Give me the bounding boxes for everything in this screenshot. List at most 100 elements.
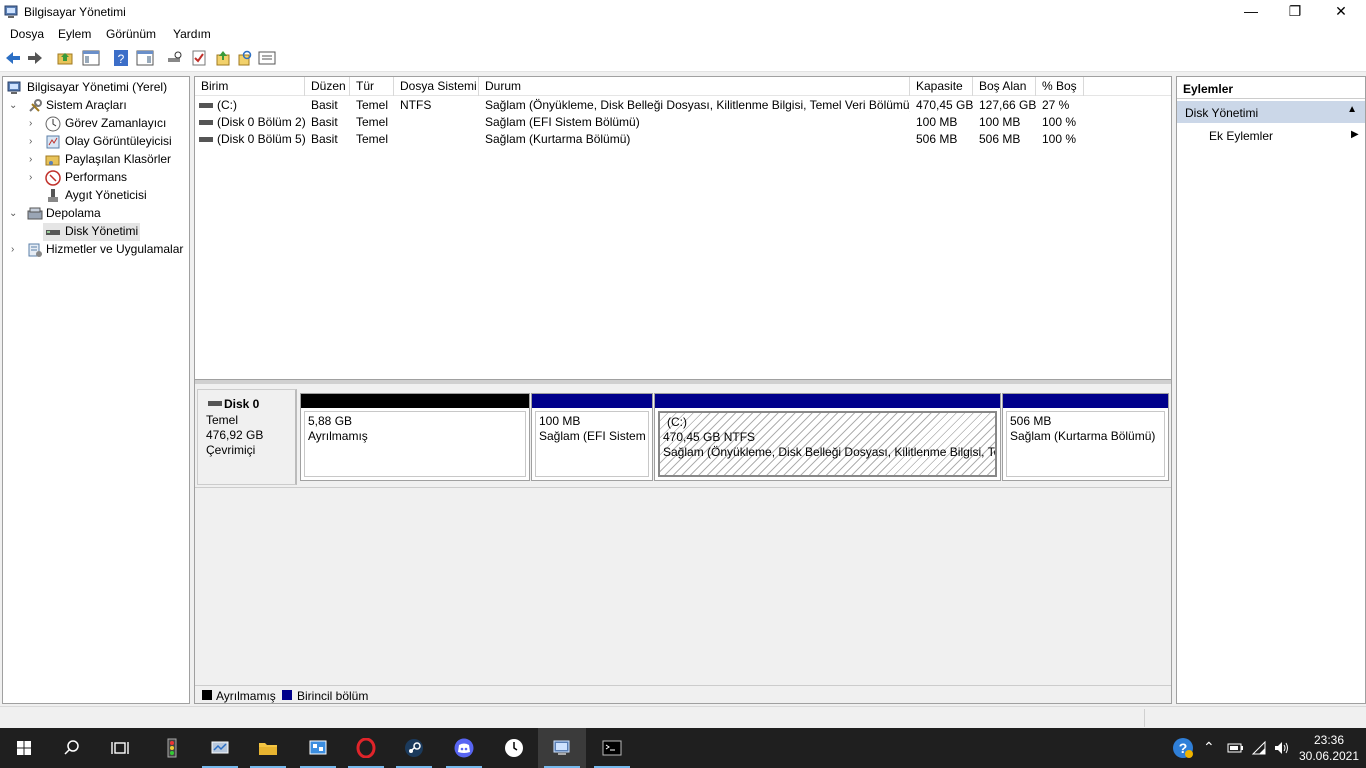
table-cell: Basit	[311, 115, 338, 129]
checklist-icon[interactable]	[190, 49, 208, 67]
wifi-icon[interactable]	[1251, 740, 1267, 756]
taskbar-app-network[interactable]	[196, 728, 244, 768]
search-icon[interactable]	[236, 49, 254, 67]
maximize-button[interactable]: ❐	[1272, 0, 1318, 24]
volume-list: Birim Düzen Tür Dosya Sistemi Durum Kapa…	[195, 77, 1171, 380]
taskbar-app-opera[interactable]	[342, 728, 390, 768]
close-button[interactable]: ✕	[1318, 0, 1364, 24]
chevron-up-icon[interactable]: ⌃	[1203, 739, 1215, 768]
navigation-tree: Bilgisayar Yönetimi (Yerel) ⌄ Sistem Ara…	[2, 76, 190, 704]
volume-icon[interactable]	[1273, 740, 1289, 756]
disk-0-info[interactable]: Disk 0 Temel 476,92 GB Çevrimiçi	[197, 389, 297, 485]
search-button[interactable]	[48, 728, 96, 768]
menu-action[interactable]: Eylem	[58, 27, 91, 41]
chevron-right-icon[interactable]: ›	[11, 245, 21, 255]
tree-services-apps[interactable]: › Hizmetler ve Uygulamalar	[5, 241, 189, 259]
column-header-capacity[interactable]: Kapasite	[910, 77, 973, 96]
window-title: Bilgisayar Yönetimi	[24, 5, 126, 19]
submenu-arrow-icon[interactable]: ▶	[1351, 129, 1359, 140]
tree-shared-folders[interactable]: › Paylaşılan Klasörler	[5, 151, 189, 169]
tree-event-viewer[interactable]: › Olay Görüntüleyicisi	[5, 133, 189, 151]
collapse-up-icon[interactable]: ▲	[1347, 104, 1357, 115]
tree-task-scheduler[interactable]: › Görev Zamanlayıcı	[5, 115, 189, 133]
performance-icon	[45, 170, 61, 186]
chevron-right-icon[interactable]: ›	[29, 137, 39, 147]
chevron-right-icon[interactable]: ›	[29, 155, 39, 165]
legend-swatch-primary	[282, 690, 292, 700]
show-hide-tree-icon[interactable]	[82, 49, 100, 67]
tree-performance[interactable]: › Performans	[5, 169, 189, 187]
back-icon[interactable]	[4, 49, 22, 67]
column-header-type[interactable]: Tür	[350, 77, 394, 96]
partition-c[interactable]: (C:) 470,45 GB NTFS Sağlam (Önyükleme, D…	[654, 393, 1001, 481]
column-header-free-space[interactable]: Boş Alan	[973, 77, 1036, 96]
chevron-right-icon[interactable]: ›	[29, 119, 39, 129]
menu-file[interactable]: Dosya	[10, 27, 44, 41]
actions-section-disk-management[interactable]: Disk Yönetimi ▲	[1177, 101, 1365, 123]
taskbar-app-control[interactable]	[294, 728, 342, 768]
properties-icon[interactable]	[258, 49, 276, 67]
partition-body: (C:) 470,45 GB NTFS Sağlam (Önyükleme, D…	[658, 411, 997, 477]
clock-time: 23:36	[1313, 733, 1345, 747]
table-cell: Sağlam (Kurtarma Bölümü)	[485, 132, 631, 146]
help-tray-icon[interactable]: ?	[1172, 737, 1194, 759]
taskbar-app-computer-management[interactable]	[538, 728, 586, 768]
taskbar-app-traffic[interactable]	[148, 728, 196, 768]
menu-help[interactable]: Yardım	[173, 27, 211, 41]
disk-type: Temel	[206, 413, 239, 427]
table-cell: 27 %	[1042, 98, 1070, 112]
taskbar-app-clock[interactable]	[490, 728, 538, 768]
partition-unallocated[interactable]: 5,88 GB Ayrılmamış	[300, 393, 530, 481]
computer-management-icon	[7, 81, 21, 94]
table-cell: (Disk 0 Bölüm 5)	[217, 132, 305, 146]
help-icon[interactable]: ?	[112, 49, 130, 67]
chevron-down-icon[interactable]: ⌄	[9, 209, 19, 219]
table-row[interactable]: (C:) Basit Temel NTFS Sağlam (Önyükleme,…	[195, 97, 1171, 114]
clock-date: 30.06.2021	[1298, 749, 1360, 763]
tree-event-viewer-label: Olay Görüntüleyicisi	[65, 134, 172, 148]
tree-storage[interactable]: ⌄ Depolama	[5, 205, 189, 223]
taskbar-app-file-explorer[interactable]	[244, 728, 292, 768]
tree-device-manager[interactable]: Aygıt Yöneticisi	[5, 187, 189, 205]
chevron-right-icon[interactable]: ›	[29, 173, 39, 183]
tree-disk-management[interactable]: Disk Yönetimi	[43, 223, 140, 241]
partition-bar	[532, 394, 652, 408]
column-header-percent-free[interactable]: % Boş	[1036, 77, 1084, 96]
taskbar-app-terminal[interactable]	[588, 728, 636, 768]
tree-system-tools[interactable]: ⌄ Sistem Araçları	[5, 97, 189, 115]
menu-view[interactable]: Görünüm	[106, 27, 156, 41]
connect-drive-icon[interactable]	[166, 49, 184, 67]
column-header-status[interactable]: Durum	[479, 77, 910, 96]
chevron-down-icon[interactable]: ⌄	[9, 101, 19, 111]
tree-task-scheduler-label: Görev Zamanlayıcı	[65, 116, 167, 130]
partition-efi[interactable]: 100 MB Sağlam (EFI Sistem B	[531, 393, 653, 481]
up-folder-icon[interactable]	[56, 49, 74, 67]
clock-icon	[505, 739, 523, 757]
column-header-layout[interactable]: Düzen	[305, 77, 350, 96]
pane-splitter[interactable]	[195, 380, 1171, 384]
import-icon[interactable]	[214, 49, 232, 67]
taskbar-app-steam[interactable]	[390, 728, 438, 768]
tree-root[interactable]: Bilgisayar Yönetimi (Yerel)	[5, 79, 189, 97]
table-row[interactable]: (Disk 0 Bölüm 5) Basit Temel Sağlam (Kur…	[195, 131, 1171, 148]
table-cell: Temel	[356, 98, 389, 112]
column-header-filesystem[interactable]: Dosya Sistemi	[394, 77, 479, 96]
table-cell: 100 MB	[979, 115, 1021, 129]
battery-icon[interactable]	[1226, 741, 1244, 755]
show-action-pane-icon[interactable]	[136, 49, 154, 67]
disk-icon	[46, 230, 60, 235]
storage-icon	[27, 207, 43, 220]
column-header-volume[interactable]: Birim	[195, 77, 305, 96]
partition-label: (C:)	[667, 415, 687, 429]
taskbar-app-discord[interactable]	[440, 728, 488, 768]
system-clock[interactable]: 23:36 30.06.2021	[1296, 732, 1362, 764]
discord-icon	[454, 738, 474, 758]
minimize-button[interactable]: —	[1228, 0, 1274, 24]
start-button[interactable]	[0, 728, 48, 768]
forward-icon[interactable]	[26, 49, 44, 67]
table-cell: (C:)	[217, 98, 237, 112]
table-row[interactable]: (Disk 0 Bölüm 2) Basit Temel Sağlam (EFI…	[195, 114, 1171, 131]
partition-recovery[interactable]: 506 MB Sağlam (Kurtarma Bölümü)	[1002, 393, 1169, 481]
task-view-button[interactable]	[96, 728, 144, 768]
more-actions-item[interactable]: Ek Eylemler	[1209, 129, 1273, 143]
